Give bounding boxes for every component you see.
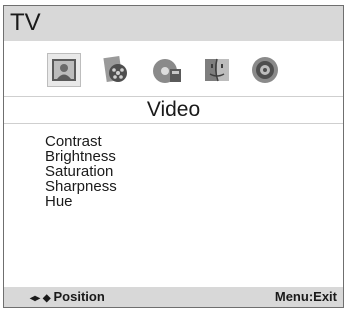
setting-saturation[interactable]: Saturation: [45, 164, 117, 179]
setting-contrast[interactable]: Contrast: [45, 134, 117, 149]
music-disc-icon[interactable]: [150, 53, 184, 87]
picture-icon[interactable]: [47, 53, 81, 87]
tv-osd-window: TV Video Contrast Brightness Saturation …: [3, 5, 344, 308]
menu-icon-row: [4, 41, 343, 97]
position-label: Position: [53, 289, 105, 304]
setting-hue[interactable]: Hue: [45, 194, 117, 209]
gear-icon[interactable]: [248, 53, 282, 87]
title-bar: TV: [4, 6, 343, 41]
divider: [4, 123, 343, 124]
exit-hint: Menu:Exit: [274, 289, 337, 304]
hint-bar: ◂▸ ◆ Position Menu:Exit: [4, 287, 343, 307]
settings-list: Contrast Brightness Saturation Sharpness…: [45, 134, 117, 209]
window-title: TV: [10, 9, 41, 36]
setting-sharpness[interactable]: Sharpness: [45, 179, 117, 194]
position-hint: ◂▸ ◆ Position: [30, 289, 105, 307]
film-reel-icon[interactable]: [99, 53, 133, 87]
setting-brightness[interactable]: Brightness: [45, 149, 117, 164]
section-title: Video: [146, 98, 201, 121]
arrow-keys-icon: ◂▸ ◆: [30, 293, 51, 304]
finder-face-icon[interactable]: [200, 53, 234, 87]
